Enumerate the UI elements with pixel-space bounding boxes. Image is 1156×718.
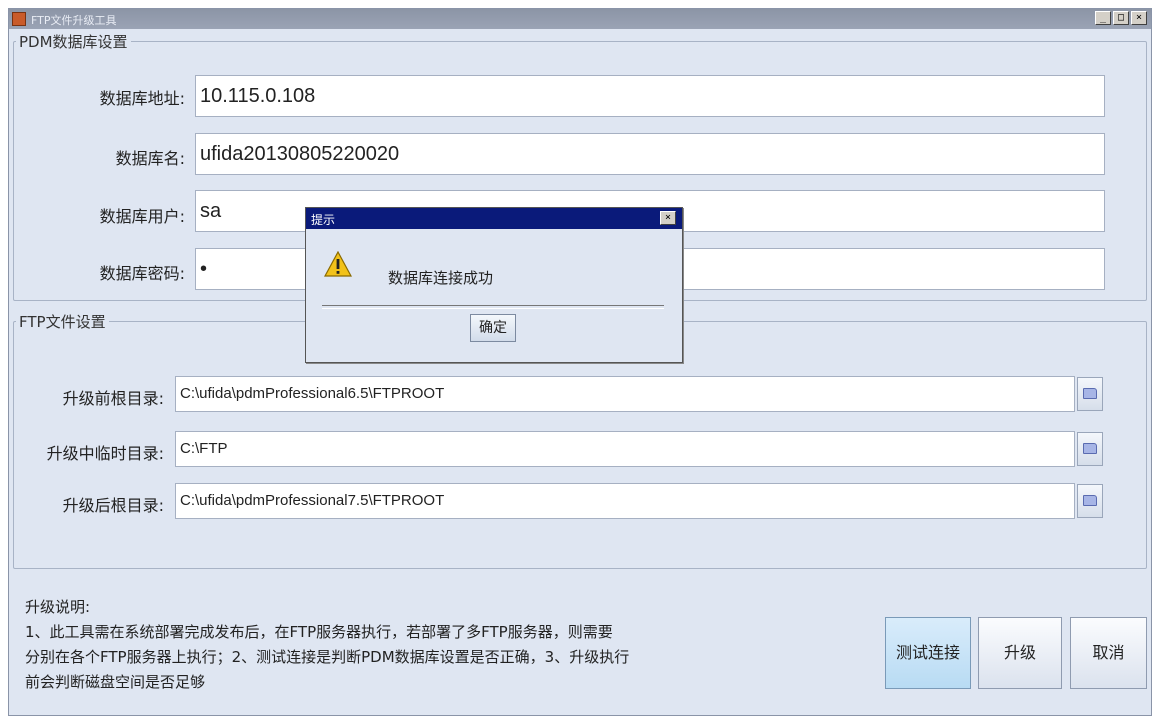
message-dialog: 提示 × 数据库连接成功 确定 [305, 207, 683, 363]
db-address-label: 数据库地址: [99, 89, 185, 108]
db-user-label: 数据库用户: [99, 207, 185, 226]
description-title: 升级说明: [25, 598, 91, 616]
dialog-message: 数据库连接成功 [388, 269, 494, 287]
title-bar[interactable]: FTP文件升级工具 _ □ × [9, 9, 1151, 29]
browse-after-button[interactable] [1077, 484, 1103, 518]
description-line: 1、此工具需在系统部署完成发布后，在FTP服务器执行，若部署了多FTP服务器，则… [25, 623, 613, 641]
ftp-before-field[interactable]: C:\ufida\pdmProfessional6.5\FTPROOT [175, 376, 1075, 412]
browse-temp-button[interactable] [1077, 432, 1103, 466]
db-settings-legend: PDM数据库设置 [19, 33, 128, 51]
dialog-title-bar[interactable]: 提示 × [306, 208, 682, 229]
ftp-temp-field[interactable]: C:\FTP [175, 431, 1075, 467]
app-icon [12, 12, 26, 26]
close-button[interactable]: × [1131, 11, 1147, 25]
folder-icon [1083, 388, 1097, 399]
ftp-temp-label: 升级中临时目录: [46, 444, 164, 463]
test-connection-button[interactable]: 测试连接 [885, 617, 971, 689]
ftp-after-field[interactable]: C:\ufida\pdmProfessional7.5\FTPROOT [175, 483, 1075, 519]
description-line: 分别在各个FTP服务器上执行；2、测试连接是判断PDM数据库设置是否正确，3、升… [25, 648, 630, 666]
db-name-label: 数据库名: [115, 149, 185, 168]
db-address-field[interactable]: 10.115.0.108 [195, 75, 1105, 117]
maximize-button[interactable]: □ [1113, 11, 1129, 25]
cancel-button[interactable]: 取消 [1070, 617, 1147, 689]
dialog-close-button[interactable]: × [660, 211, 676, 225]
db-name-field[interactable]: ufida20130805220020 [195, 133, 1105, 175]
minimize-button[interactable]: _ [1095, 11, 1111, 25]
ftp-settings-legend: FTP文件设置 [19, 313, 106, 331]
ftp-after-label: 升级后根目录: [62, 496, 164, 515]
dialog-separator [322, 305, 664, 309]
upgrade-description: 升级说明: 1、此工具需在系统部署完成发布后，在FTP服务器执行，若部署了多FT… [25, 595, 875, 695]
browse-before-button[interactable] [1077, 377, 1103, 411]
warning-icon [324, 251, 352, 277]
folder-icon [1083, 495, 1097, 506]
upgrade-button[interactable]: 升级 [978, 617, 1062, 689]
ftp-before-label: 升级前根目录: [62, 389, 164, 408]
window-title: FTP文件升级工具 [31, 14, 117, 27]
description-line: 前会判断磁盘空间是否足够 [25, 673, 206, 691]
dialog-title: 提示 [311, 213, 336, 227]
dialog-ok-button[interactable]: 确定 [470, 314, 516, 342]
folder-icon [1083, 443, 1097, 454]
db-password-label: 数据库密码: [99, 264, 185, 283]
